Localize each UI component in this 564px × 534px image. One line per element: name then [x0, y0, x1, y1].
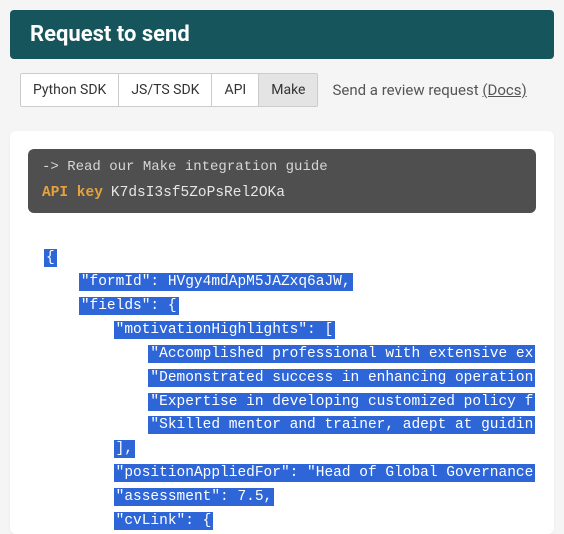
panel-header: Request to send — [10, 10, 554, 59]
code-highlight: "positionAppliedFor": "Head of Global Go… — [114, 464, 536, 482]
code-highlight: "formId": HVgy4mdApM5JAZxq6aJW, — [79, 273, 353, 291]
review-note: Send a review request (Docs) — [332, 81, 526, 99]
code-line: "positionAppliedFor": "Head of Global Go… — [44, 462, 554, 486]
code-line: "Skilled mentor and trainer, adept at gu… — [44, 414, 554, 438]
tab-make[interactable]: Make — [259, 74, 317, 106]
tab-row: Python SDKJS/TS SDKAPIMake Send a review… — [10, 59, 554, 113]
code-line: "formId": HVgy4mdApM5JAZxq6aJW, — [44, 271, 554, 295]
api-key-value[interactable]: K7dsI3sf5ZoPsRel2OKa — [111, 185, 285, 201]
docs-link[interactable]: (Docs) — [482, 81, 526, 99]
code-highlight: "cvLink": { — [114, 512, 214, 530]
tab-js-ts-sdk[interactable]: JS/TS SDK — [119, 74, 212, 106]
code-block[interactable]: { "formId": HVgy4mdApM5JAZxq6aJW, "field… — [28, 237, 554, 534]
tab-api[interactable]: API — [212, 74, 259, 106]
tab-python-sdk[interactable]: Python SDK — [21, 74, 119, 106]
code-highlight: "fields": { — [79, 297, 179, 315]
code-line: "assessment": 7.5, — [44, 486, 554, 510]
code-highlight: "Expertise in developing customized poli… — [148, 393, 535, 411]
api-key-label: API key — [42, 185, 103, 201]
code-line: ], — [44, 438, 554, 462]
code-line: "fields": { — [44, 295, 554, 319]
code-highlight: "motivationHighlights": [ — [114, 321, 336, 339]
review-note-text: Send a review request — [332, 81, 482, 99]
panel-title: Request to send — [30, 22, 190, 47]
code-line: { — [44, 247, 554, 271]
code-line: "Demonstrated success in enhancing opera… — [44, 367, 554, 391]
code-line: "Expertise in developing customized poli… — [44, 391, 554, 415]
api-key-bar: API key K7dsI3sf5ZoPsRel2OKa — [28, 179, 536, 213]
integration-guide-bar[interactable]: -> Read our Make integration guide — [28, 149, 536, 179]
code-highlight: "Accomplished professional with extensiv… — [148, 345, 535, 363]
code-highlight: "assessment": 7.5, — [114, 488, 275, 506]
integration-guide-text: -> Read our Make integration guide — [42, 159, 328, 175]
code-highlight: { — [44, 249, 57, 267]
code-highlight: ], — [114, 440, 135, 458]
code-highlight: "Demonstrated success in enhancing opera… — [148, 369, 535, 387]
code-line: "Accomplished professional with extensiv… — [44, 343, 554, 367]
code-line: "cvLink": { — [44, 510, 554, 534]
code-highlight: "Skilled mentor and trainer, adept at gu… — [148, 416, 535, 434]
request-panel: -> Read our Make integration guide API k… — [10, 131, 554, 534]
tab-group: Python SDKJS/TS SDKAPIMake — [20, 73, 318, 107]
code-line: "motivationHighlights": [ — [44, 319, 554, 343]
